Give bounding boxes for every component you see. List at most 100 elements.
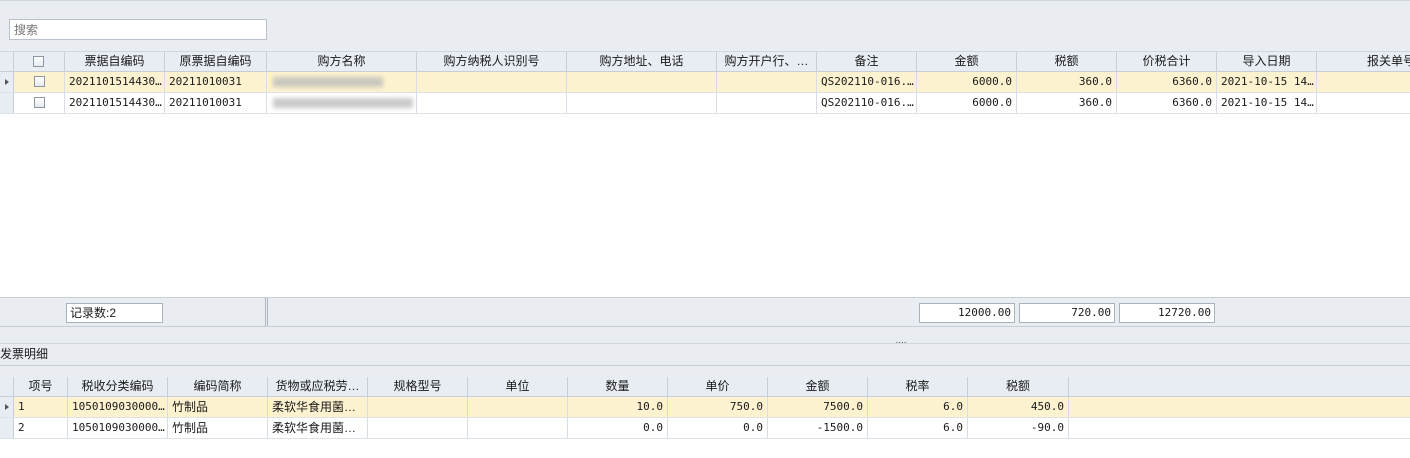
col-header-spec[interactable]: 规格型号 xyxy=(368,377,468,397)
cell-code[interactable]: 2021101514430… xyxy=(65,72,165,92)
col-header-note[interactable]: 备注 xyxy=(817,52,917,72)
col-header-amount[interactable]: 金额 xyxy=(917,52,1017,72)
col-header-orig-code[interactable]: 原票据自编码 xyxy=(165,52,267,72)
current-row-arrow-icon xyxy=(5,79,9,85)
cell-orig-code[interactable]: 20211010031 xyxy=(165,93,267,113)
cell-goods[interactable]: 柔软华食用菌… xyxy=(268,397,368,417)
detail-toolbar xyxy=(0,366,1410,377)
cell-total[interactable]: 6360.0 xyxy=(1117,93,1217,113)
toolbar xyxy=(0,0,1410,52)
col-header-no[interactable]: 项号 xyxy=(14,377,68,397)
cell-note[interactable]: QS202110-016.… xyxy=(817,93,917,113)
cell-orig-code[interactable]: 20211010031 xyxy=(165,72,267,92)
cell-price[interactable]: 750.0 xyxy=(668,397,768,417)
col-header-customs-no-label: 报关单号 xyxy=(1367,54,1410,68)
cell-tax[interactable]: 360.0 xyxy=(1017,93,1117,113)
col-header-bank[interactable]: 购方开户行、… xyxy=(717,52,817,72)
detail-row[interactable]: 2 1050109030000… 竹制品 柔软华食用菌… 0.0 0.0 -15… xyxy=(0,418,1410,439)
cell-short-name[interactable]: 竹制品 xyxy=(168,397,268,417)
col-header-unit[interactable]: 单位 xyxy=(468,377,568,397)
cell-spec[interactable] xyxy=(368,418,468,438)
cell-tax-id[interactable] xyxy=(417,93,567,113)
row-indicator xyxy=(0,72,14,92)
cell-unit[interactable] xyxy=(468,418,568,438)
row-indicator-header xyxy=(0,377,14,397)
cell-buyer[interactable] xyxy=(267,93,417,113)
col-header-rate[interactable]: 税率 xyxy=(868,377,968,397)
panel-splitter[interactable]: .... xyxy=(0,327,1410,346)
cell-spec[interactable] xyxy=(368,397,468,417)
col-header-address[interactable]: 购方地址、电话 xyxy=(567,52,717,72)
cell-tax[interactable]: 450.0 xyxy=(968,397,1069,417)
cell-import-date[interactable]: 2021-10-15 14… xyxy=(1217,93,1317,113)
cell-tax-code[interactable]: 1050109030000… xyxy=(68,418,168,438)
row-checkbox[interactable] xyxy=(34,97,45,108)
cell-bank[interactable] xyxy=(717,93,817,113)
cell-amount[interactable]: 6000.0 xyxy=(917,93,1017,113)
cell-no[interactable]: 2 xyxy=(14,418,68,438)
row-indicator-header xyxy=(0,52,14,72)
cell-short-name[interactable]: 竹制品 xyxy=(168,418,268,438)
invoice-summary-footer: 记录数:2 12000.00 720.00 12720.00 xyxy=(0,297,1410,327)
cell-goods[interactable]: 柔软华食用菌… xyxy=(268,418,368,438)
cell-import-date[interactable]: 2021-10-15 14… xyxy=(1217,72,1317,92)
sum-tax: 720.00 xyxy=(1019,303,1115,323)
cell-address[interactable] xyxy=(567,72,717,92)
cell-amount[interactable]: -1500.0 xyxy=(768,418,868,438)
col-header-buyer[interactable]: 购方名称 xyxy=(267,52,417,72)
cell-price[interactable]: 0.0 xyxy=(668,418,768,438)
cell-tax-code[interactable]: 1050109030000… xyxy=(68,397,168,417)
redacted-buyer-name xyxy=(273,77,383,87)
record-count: 记录数:2 xyxy=(66,303,163,323)
cell-bank[interactable] xyxy=(717,72,817,92)
cell-customs-no[interactable] xyxy=(1317,72,1410,92)
cell-no[interactable]: 1 xyxy=(14,397,68,417)
cell-rate[interactable]: 6.0 xyxy=(868,418,968,438)
row-select-cell[interactable] xyxy=(14,72,65,92)
cell-qty[interactable]: 10.0 xyxy=(568,397,668,417)
invoice-grid-empty-area xyxy=(0,114,1410,297)
cell-tax[interactable]: -90.0 xyxy=(968,418,1069,438)
cell-total[interactable]: 6360.0 xyxy=(1117,72,1217,92)
col-header-qty[interactable]: 数量 xyxy=(568,377,668,397)
row-select-cell[interactable] xyxy=(14,93,65,113)
col-header-tax-code[interactable]: 税收分类编码 xyxy=(68,377,168,397)
col-header-customs-no[interactable]: 报关单号 xyxy=(1317,52,1410,72)
cell-amount[interactable]: 6000.0 xyxy=(917,72,1017,92)
invoice-row[interactable]: 2021101514430… 20211010031 QS202110-016.… xyxy=(0,93,1410,114)
col-header-short-name[interactable]: 编码简称 xyxy=(168,377,268,397)
sum-total: 12720.00 xyxy=(1119,303,1215,323)
cell-customs-no[interactable] xyxy=(1317,93,1410,113)
footer-divider xyxy=(265,298,268,326)
detail-section-title: 发票明细 xyxy=(0,344,1410,366)
current-row-arrow-icon xyxy=(5,404,9,410)
col-header-code[interactable]: 票据自编码 xyxy=(65,52,165,72)
invoice-row[interactable]: 2021101514430… 20211010031 QS202110-016.… xyxy=(0,72,1410,93)
select-all-cell[interactable] xyxy=(14,52,65,72)
cell-rate[interactable]: 6.0 xyxy=(868,397,968,417)
row-indicator xyxy=(0,93,14,113)
col-header-tax-id[interactable]: 购方纳税人识别号 xyxy=(417,52,567,72)
cell-amount[interactable]: 7500.0 xyxy=(768,397,868,417)
cell-qty[interactable]: 0.0 xyxy=(568,418,668,438)
cell-note[interactable]: QS202110-016.… xyxy=(817,72,917,92)
invoice-grid-header: 票据自编码 原票据自编码 购方名称 购方纳税人识别号 购方地址、电话 购方开户行… xyxy=(0,52,1410,72)
cell-buyer[interactable] xyxy=(267,72,417,92)
cell-address[interactable] xyxy=(567,93,717,113)
cell-tax-id[interactable] xyxy=(417,72,567,92)
cell-unit[interactable] xyxy=(468,397,568,417)
col-header-import-date[interactable]: 导入日期 xyxy=(1217,52,1317,72)
cell-code[interactable]: 2021101514430… xyxy=(65,93,165,113)
row-checkbox[interactable] xyxy=(34,76,45,87)
col-header-total[interactable]: 价税合计 xyxy=(1117,52,1217,72)
col-header-tax[interactable]: 税额 xyxy=(968,377,1069,397)
select-all-checkbox[interactable] xyxy=(33,56,44,67)
col-header-goods[interactable]: 货物或应税劳… xyxy=(268,377,368,397)
search-input[interactable] xyxy=(9,19,267,40)
col-header-amount[interactable]: 金额 xyxy=(768,377,868,397)
cell-tax[interactable]: 360.0 xyxy=(1017,72,1117,92)
col-header-price[interactable]: 单价 xyxy=(668,377,768,397)
detail-grid-header: 项号 税收分类编码 编码简称 货物或应税劳… 规格型号 单位 数量 单价 金额 … xyxy=(0,377,1410,397)
col-header-tax[interactable]: 税额 xyxy=(1017,52,1117,72)
detail-row[interactable]: 1 1050109030000… 竹制品 柔软华食用菌… 10.0 750.0 … xyxy=(0,397,1410,418)
